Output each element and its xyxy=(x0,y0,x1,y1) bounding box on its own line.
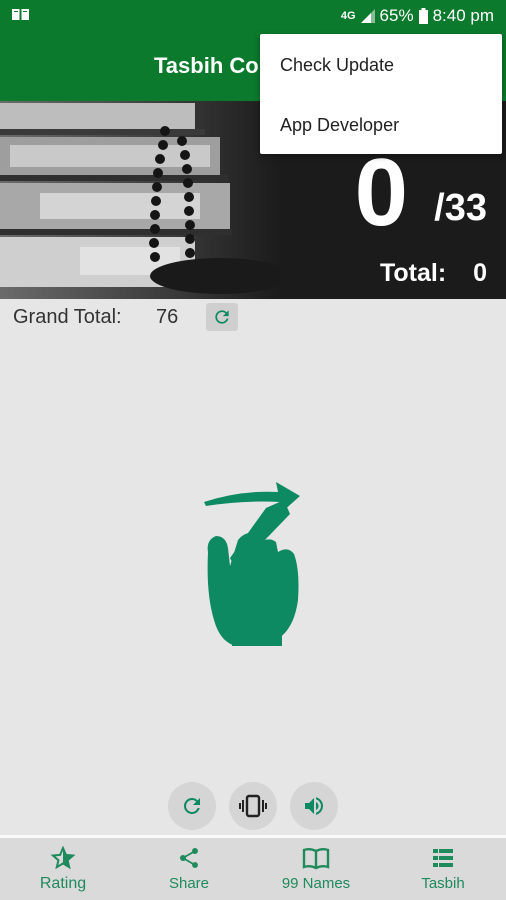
refresh-icon xyxy=(215,310,229,324)
list-icon xyxy=(433,849,453,867)
nav-share[interactable]: Share xyxy=(126,838,252,900)
current-count: 0 xyxy=(354,139,408,246)
app-title: Tasbih Co xyxy=(154,53,259,78)
quran-books-image xyxy=(0,101,280,299)
share-icon xyxy=(179,848,198,868)
nav-rating-label: Rating xyxy=(39,875,87,892)
signal-icon xyxy=(360,9,375,23)
refresh-icon xyxy=(183,798,200,814)
grand-total-row: Grand Total: 76 xyxy=(0,301,506,333)
star-icon xyxy=(50,846,76,870)
nav-tasbih-label: Tasbih xyxy=(421,875,465,892)
target-count: /33 xyxy=(434,187,487,229)
sound-toggle-button[interactable] xyxy=(290,782,338,830)
book-icon xyxy=(302,848,330,870)
nav-99-names-label: 99 Names xyxy=(281,875,351,892)
bottom-nav: Rating Share 99 Names Tasbih xyxy=(0,838,506,900)
total-label: Total: xyxy=(380,259,447,287)
quran-notification-icon xyxy=(12,9,29,20)
vibrate-icon xyxy=(239,794,267,818)
battery-percent: 65% xyxy=(379,6,414,25)
reset-count-button[interactable] xyxy=(168,782,216,830)
menu-item-check-update[interactable]: Check Update xyxy=(280,55,394,76)
nav-tasbih[interactable]: Tasbih xyxy=(380,838,506,900)
volume-icon xyxy=(305,797,323,815)
swipe-hand-icon xyxy=(204,482,300,646)
grand-total-label: Grand Total: xyxy=(13,306,122,328)
menu-item-app-developer[interactable]: App Developer xyxy=(280,115,399,136)
grand-total-value: 76 xyxy=(156,306,179,328)
total-value: 0 xyxy=(473,259,487,287)
network-type: 4G xyxy=(340,10,356,22)
overflow-menu: Check Update App Developer xyxy=(260,34,502,154)
nav-share-label: Share xyxy=(168,875,210,892)
reset-grand-total-button[interactable] xyxy=(206,303,238,331)
nav-99-names[interactable]: 99 Names xyxy=(253,838,379,900)
clock: 8:40 pm xyxy=(432,6,494,25)
nav-rating[interactable]: Rating xyxy=(0,838,126,900)
status-bar: 4G 65% 8:40 pm xyxy=(0,0,506,31)
battery-icon xyxy=(418,8,428,24)
vibrate-toggle-button[interactable] xyxy=(229,782,277,830)
